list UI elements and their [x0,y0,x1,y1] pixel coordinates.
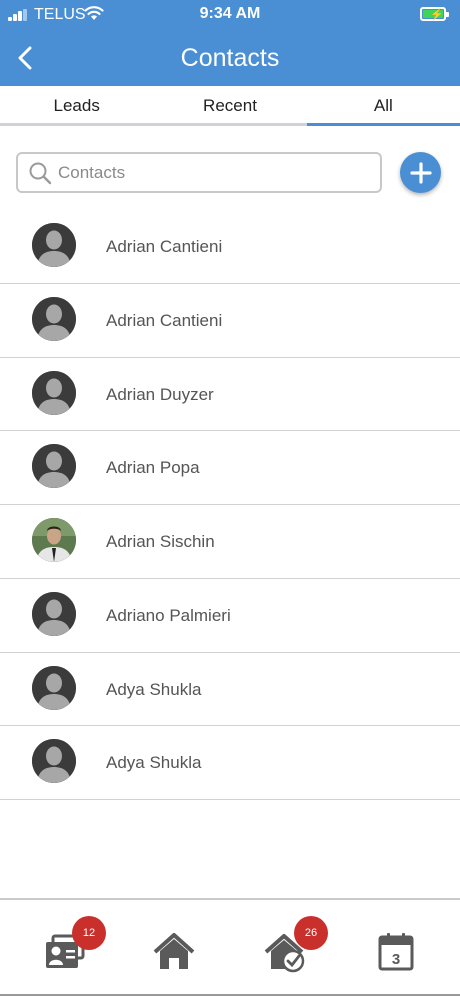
tab-underline [0,123,154,126]
app-header: TELUS 9:34 AM ⚡ Contacts [0,0,460,86]
nav-home-button[interactable] [152,930,196,974]
contacts-badge: 12 [72,916,106,950]
bottom-tab-bar: 12 26 3 [0,898,460,996]
listings-badge: 26 [294,916,328,950]
list-item[interactable]: Adrian Popa [0,431,460,505]
tab-label: Recent [203,96,257,115]
list-item[interactable]: Adrian Cantieni [0,210,460,284]
home-icon [153,933,195,969]
avatar [32,296,76,341]
search-input[interactable] [58,162,358,183]
profile-photo [32,518,76,562]
list-item[interactable]: Adya Shukla [0,726,460,800]
search-box[interactable] [16,152,382,193]
avatar [32,370,76,415]
plus-icon [409,161,432,184]
list-item[interactable]: Adya Shukla [0,653,460,727]
list-item[interactable]: Adrian Sischin [0,505,460,579]
tab-label: Leads [53,96,100,115]
segment-tabs: Leads Recent All [0,86,460,126]
person-placeholder-icon [32,223,76,267]
chevron-left-icon [18,46,32,70]
page-title: Contacts [180,44,280,72]
contact-name: Adrian Cantieni [106,237,223,256]
status-bar: TELUS 9:34 AM ⚡ [0,0,460,30]
add-contact-button[interactable] [400,152,441,193]
person-placeholder-icon [32,296,76,341]
person-placeholder-icon [32,370,76,415]
back-button[interactable] [8,38,42,78]
person-placeholder-icon [32,665,76,710]
status-time: 9:34 AM [199,5,261,22]
contact-name: Adrian Duyzer [106,384,214,404]
search-icon [29,162,52,184]
nav-contacts-button[interactable]: 12 [44,916,106,974]
tab-all[interactable]: All [306,86,460,126]
list-item[interactable]: Adrian Cantieni [0,284,460,358]
avatar [32,518,76,562]
avatar [32,665,76,710]
contact-name: Adya Shukla [106,753,202,773]
tab-underline [306,123,460,126]
calendar-icon: 3 [378,933,414,971]
tab-label: All [373,96,393,115]
list-item[interactable]: Adrian Duyzer [0,358,460,432]
nav-listings-button[interactable]: 26 [264,916,328,974]
battery-icon: ⚡ [420,7,449,21]
avatar [32,591,76,636]
avatar [32,444,76,489]
contact-name: Adya Shukla [106,679,202,699]
calendar-day: 3 [392,951,400,968]
contact-name: Adrian Popa [106,458,200,478]
nav-calendar-button[interactable]: 3 [374,930,418,974]
tab-leads[interactable]: Leads [0,86,154,126]
avatar [32,223,76,267]
avatar [32,739,76,784]
contact-name: Adrian Cantieni [106,310,223,330]
person-placeholder-icon [32,591,76,636]
contact-name: Adrian Sischin [106,532,215,551]
tab-underline [153,123,307,126]
person-placeholder-icon [32,444,76,489]
contact-list: Adrian Cantieni Adrian Cantieni Adrian D… [0,210,460,800]
person-placeholder-icon [32,739,76,784]
tab-recent[interactable]: Recent [153,86,307,126]
list-item[interactable]: Adriano Palmieri [0,579,460,653]
contact-name: Adriano Palmieri [106,605,231,625]
